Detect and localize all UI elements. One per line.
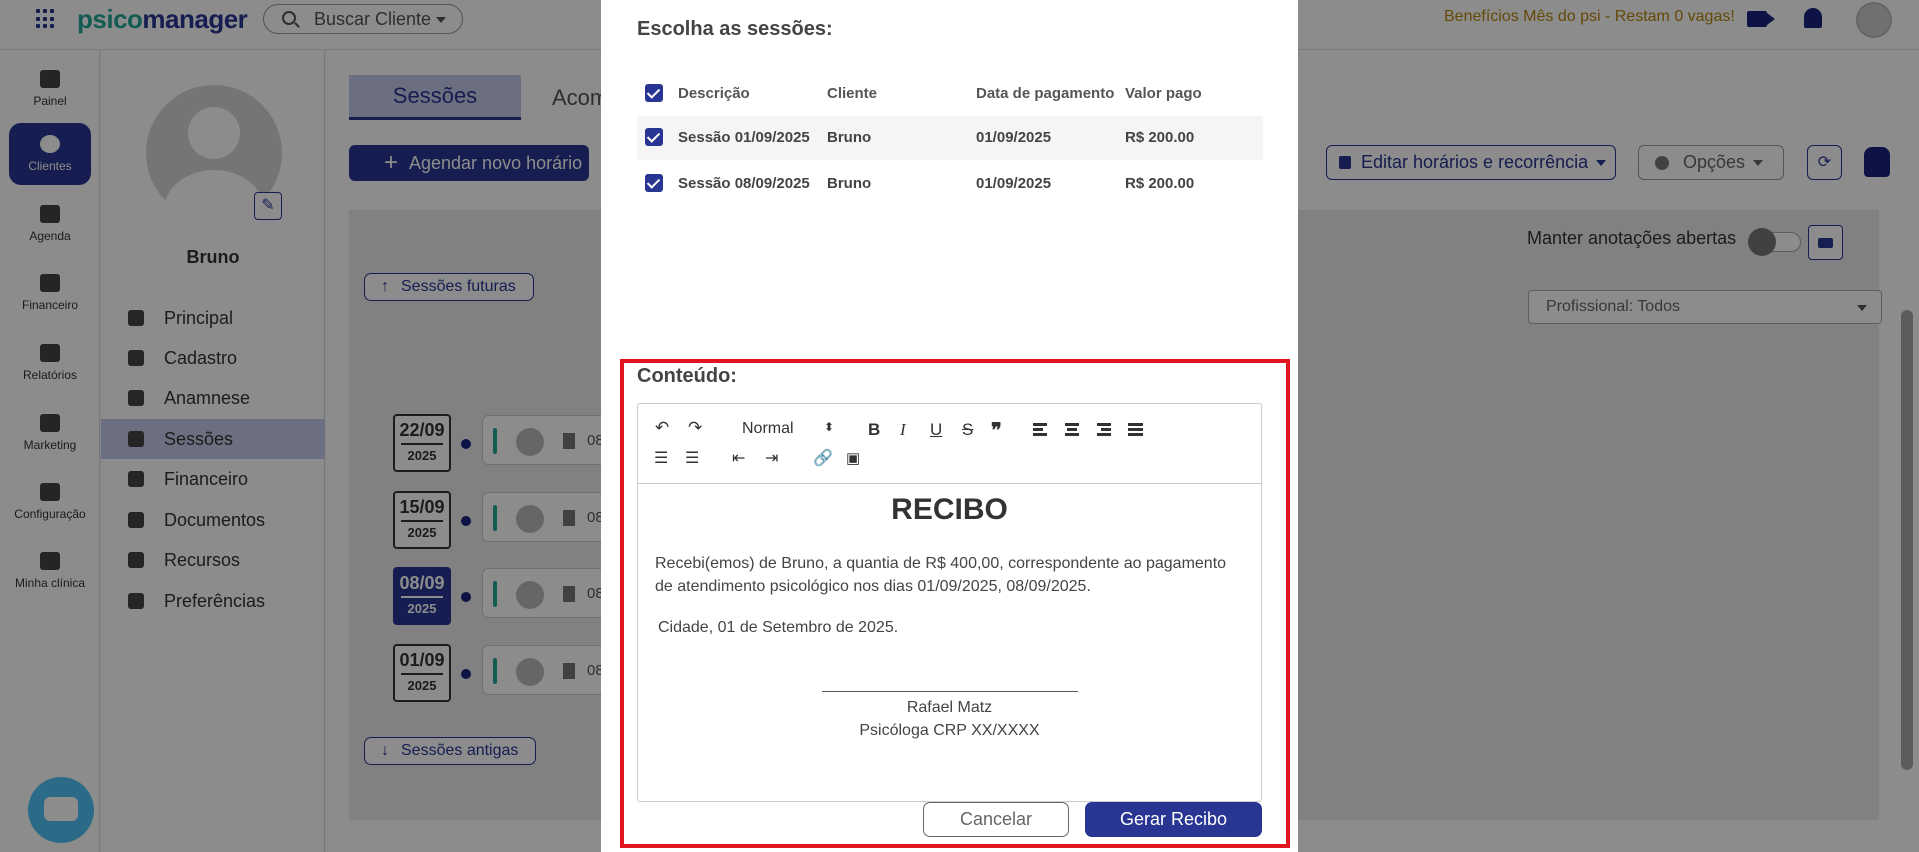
- table-row[interactable]: Sessão 08/09/2025 Bruno 01/09/2025 R$ 20…: [637, 162, 1263, 206]
- indent-icon[interactable]: ⇥: [765, 448, 778, 468]
- strikethrough-icon[interactable]: S: [962, 420, 973, 440]
- undo-icon[interactable]: ↶: [655, 418, 669, 438]
- editor-content[interactable]: RECIBO Recebi(emos) de Bruno, a quantia …: [638, 485, 1261, 801]
- image-icon[interactable]: ▣: [846, 449, 860, 467]
- signature-line: [822, 691, 1078, 692]
- row-checkbox[interactable]: [645, 128, 663, 146]
- bold-icon[interactable]: B: [868, 420, 880, 440]
- ordered-list-icon[interactable]: ☰: [654, 448, 668, 468]
- signature-name: Rafael Matz: [906, 699, 993, 716]
- chevron-updown-icon: ⬍: [823, 420, 834, 434]
- receipt-title: RECIBO: [891, 493, 1008, 526]
- select-all-checkbox[interactable]: [645, 84, 663, 102]
- row-checkbox[interactable]: [645, 174, 663, 192]
- outdent-icon[interactable]: ⇤: [732, 448, 745, 468]
- modal-title: Escolha as sessões:: [637, 18, 833, 40]
- italic-icon[interactable]: I: [900, 420, 906, 440]
- content-label: Conteúdo:: [637, 365, 737, 387]
- quote-icon[interactable]: ❞: [991, 418, 1002, 443]
- format-select[interactable]: Normal ⬍: [742, 420, 834, 438]
- rich-text-editor[interactable]: ↶ ↷ Normal ⬍ B I U S ❞ ☰ ☰ ⇤ ⇥ 🔗 ▣ RECIBO…: [637, 403, 1262, 802]
- receipt-city-date: Cidade, 01 de Setembro de 2025.: [658, 619, 899, 636]
- cancel-button[interactable]: Cancelar: [923, 802, 1069, 837]
- signature-title: Psicóloga CRP XX/XXXX: [859, 722, 1040, 739]
- bullet-list-icon[interactable]: ☰: [685, 448, 699, 468]
- redo-icon[interactable]: ↷: [688, 418, 702, 438]
- editor-toolbar: ↶ ↷ Normal ⬍ B I U S ❞ ☰ ☰ ⇤ ⇥ 🔗 ▣: [638, 404, 1261, 484]
- receipt-paragraph: Recebi(emos) de Bruno, a quantia de R$ 4…: [655, 555, 1227, 595]
- generate-receipt-button[interactable]: Gerar Recibo: [1085, 802, 1262, 837]
- underline-icon[interactable]: U: [930, 420, 942, 440]
- table-row[interactable]: Sessão 01/09/2025 Bruno 01/09/2025 R$ 20…: [637, 116, 1263, 160]
- link-icon[interactable]: 🔗: [813, 448, 833, 468]
- table-header: Descrição Cliente Data de pagamento Valo…: [637, 72, 1263, 116]
